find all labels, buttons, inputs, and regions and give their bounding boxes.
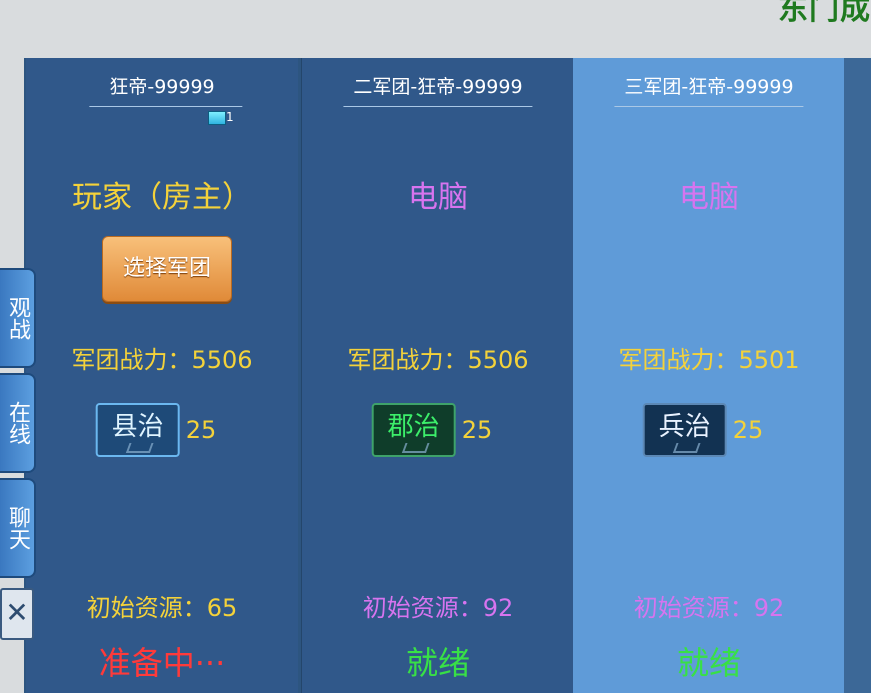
rank-title: 兵治 <box>658 412 711 442</box>
legion-power: 军团战力：5506 <box>71 346 253 374</box>
rank-badge: 县治 <box>95 403 180 457</box>
legion-power: 军团战力：5506 <box>347 346 529 374</box>
spectate-tab[interactable]: 观战 <box>0 268 36 368</box>
rank-level: 25 <box>732 416 764 444</box>
host-badge: 1 <box>208 110 234 125</box>
player-name: 三军团-狂帝-99999 <box>614 72 804 107</box>
online-tab[interactable]: 在线 <box>0 373 36 473</box>
ready-status: 就绪 <box>405 644 470 682</box>
host-flag-icon <box>208 110 226 125</box>
initial-resource: 初始资源：92 <box>633 594 785 622</box>
select-legion-button[interactable]: 选择军团 <box>102 236 232 302</box>
rank-display: 兵治 25 <box>642 403 764 457</box>
rank-title: 郡治 <box>387 412 440 442</box>
slot-3: 三军团-狂帝-99999 电脑 军团战力：5501 兵治 25 初始资源：92 … <box>573 58 845 693</box>
host-badge-count: 1 <box>226 110 234 124</box>
slot-1: 狂帝-99999 1 玩家（房主） 选择军团 军团战力：5506 县治 25 初… <box>26 58 298 693</box>
rank-display: 县治 25 <box>95 403 217 457</box>
slot-4-empty <box>844 58 871 693</box>
player-name: 二军团-狂帝-99999 <box>343 72 533 107</box>
slot-role: 电脑 <box>679 180 739 215</box>
rank-title: 县治 <box>111 412 164 442</box>
ready-status: 就绪 <box>676 644 741 682</box>
slot-role: 玩家（房主） <box>72 180 252 215</box>
rank-emblem-icon <box>125 443 154 453</box>
chat-tab[interactable]: 聊天 <box>0 478 36 578</box>
initial-resource: 初始资源：92 <box>362 594 514 622</box>
rank-badge: 郡治 <box>371 403 456 457</box>
rank-emblem-icon <box>672 443 701 453</box>
close-icon[interactable]: ✕ <box>0 588 34 640</box>
rank-badge: 兵治 <box>642 403 727 457</box>
ready-status: 准备中··· <box>98 644 226 682</box>
legion-power: 军团战力：5501 <box>618 346 800 374</box>
slot-role: 电脑 <box>408 180 468 215</box>
rank-level: 25 <box>461 416 493 444</box>
corner-title: 东门成 <box>778 0 871 27</box>
rank-emblem-icon <box>401 443 430 453</box>
rank-display: 郡治 25 <box>371 403 493 457</box>
slot-2: 二军团-狂帝-99999 电脑 军团战力：5506 郡治 25 初始资源：92 … <box>301 58 574 693</box>
player-name: 狂帝-99999 <box>89 72 244 107</box>
rank-level: 25 <box>185 416 217 444</box>
initial-resource: 初始资源：65 <box>86 594 238 622</box>
room-slots-panel: 狂帝-99999 1 玩家（房主） 选择军团 军团战力：5506 县治 25 初… <box>24 58 871 693</box>
